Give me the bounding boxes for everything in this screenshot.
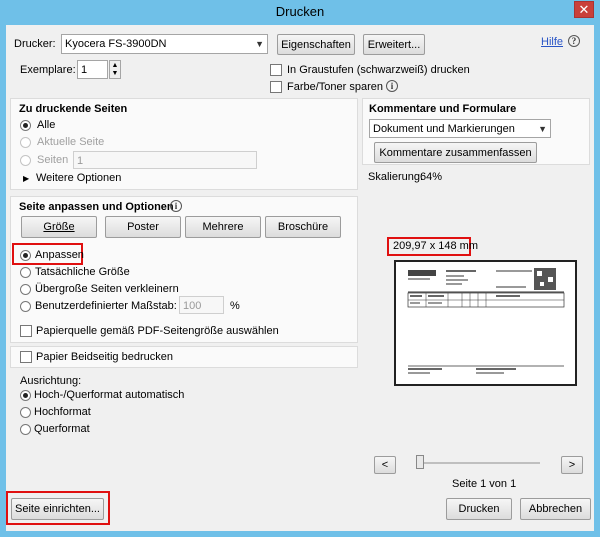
custom-scale-label: Benutzerdefinierter Maßstab:	[35, 300, 177, 312]
all-pages-label: Alle	[37, 119, 56, 131]
radio-landscape[interactable]	[20, 424, 31, 435]
page-thumbnail	[405, 267, 566, 379]
copies-input[interactable]: 1	[77, 60, 108, 79]
duplex-label: Papier Beidseitig bedrucken	[36, 351, 173, 363]
duplex-checkbox[interactable]	[20, 351, 32, 363]
radio-current-page[interactable]	[20, 137, 31, 148]
current-page-label: Aktuelle Seite	[37, 136, 105, 148]
scaling-value: 64%	[420, 171, 443, 183]
comments-panel: Kommentare und Formulare Dokument und Ma…	[362, 98, 590, 165]
page-slider-track[interactable]	[416, 462, 540, 464]
pages-range-input[interactable]: 1	[73, 151, 257, 169]
properties-button[interactable]: Eigenschaften	[277, 34, 355, 55]
chevron-down-icon: ▼	[255, 39, 264, 49]
comments-section-title: Kommentare und Formulare	[369, 103, 517, 115]
dialog-title: Drucken	[275, 4, 325, 19]
size-button[interactable]: Größe	[21, 216, 97, 238]
booklet-button[interactable]: Broschüre	[265, 216, 341, 238]
radio-custom-scale[interactable]	[20, 301, 31, 312]
cancel-button[interactable]: Abbrechen	[520, 498, 591, 520]
pages-range-label: Seiten	[37, 154, 69, 166]
advanced-button[interactable]: Erweitert...	[363, 34, 425, 55]
radio-fit[interactable]	[20, 250, 31, 261]
pages-panel: Zu druckende Seiten Alle Aktuelle Seite …	[10, 98, 358, 190]
poster-button[interactable]: Poster	[105, 216, 181, 238]
chevron-up-icon[interactable]: ▲	[110, 61, 120, 70]
radio-all-pages[interactable]	[20, 120, 31, 131]
chevron-down-icon: ▼	[538, 124, 547, 134]
title-bar[interactable]: Drucken ✕	[0, 0, 600, 25]
help-icon[interactable]: ?	[568, 35, 580, 47]
more-options-label[interactable]: Weitere Optionen	[36, 172, 121, 184]
grayscale-checkbox[interactable]	[270, 64, 282, 76]
info-icon[interactable]: i	[386, 80, 398, 92]
print-button[interactable]: Drucken	[446, 498, 512, 520]
shrink-oversized-label: Übergroße Seiten verkleinern	[35, 283, 179, 295]
toner-save-checkbox[interactable]	[270, 81, 282, 93]
radio-pages-range[interactable]	[20, 155, 31, 166]
page-slider-thumb[interactable]	[416, 455, 424, 469]
radio-shrink-oversized[interactable]	[20, 284, 31, 295]
chevron-down-icon[interactable]: ▼	[110, 70, 120, 78]
summarize-comments-button[interactable]: Kommentare zusammenfassen	[374, 142, 537, 163]
portrait-label: Hochformat	[34, 406, 91, 418]
multiple-button[interactable]: Mehrere	[185, 216, 261, 238]
help-link[interactable]: Hilfe	[541, 36, 563, 48]
dialog-body: Drucker: Kyocera FS-3900DN ▼ Eigenschaft…	[6, 25, 594, 531]
next-page-button[interactable]: >	[561, 456, 583, 474]
sizing-section-title: Seite anpassen und Optionen	[19, 201, 174, 213]
comments-select-value: Dokument und Markierungen	[373, 123, 515, 135]
info-icon[interactable]: i	[170, 200, 182, 212]
scaling-label: Skalierung:	[368, 171, 424, 183]
fit-label: Anpassen	[35, 249, 84, 261]
toner-save-label: Farbe/Toner sparen	[287, 81, 383, 93]
comments-select[interactable]: Dokument und Markierungen ▼	[369, 119, 551, 138]
page-preview	[394, 260, 577, 386]
expand-triangle-icon[interactable]: ▶	[23, 174, 29, 183]
page-info: Seite 1 von 1	[452, 478, 517, 490]
printer-select-value: Kyocera FS-3900DN	[65, 38, 167, 50]
preview-area: Skalierung: 64% 209,97 x 148 mm < > Seit…	[362, 168, 590, 492]
landscape-label: Querformat	[34, 423, 90, 435]
sizing-panel: Seite anpassen und Optionen i Größe Post…	[10, 196, 358, 343]
duplex-panel: Papier Beidseitig bedrucken	[10, 346, 358, 368]
close-button[interactable]: ✕	[574, 1, 594, 18]
page-setup-button[interactable]: Seite einrichten...	[11, 498, 104, 520]
grayscale-label: In Graustufen (schwarzweiß) drucken	[287, 64, 470, 76]
print-dialog: Drucken ✕ Drucker: Kyocera FS-3900DN ▼ E…	[0, 0, 600, 537]
copies-label: Exemplare:	[20, 64, 76, 76]
pdf-paper-source-checkbox[interactable]	[20, 325, 32, 337]
prev-page-button[interactable]: <	[374, 456, 396, 474]
pages-section-title: Zu druckende Seiten	[19, 103, 128, 115]
scale-unit: %	[230, 300, 240, 312]
actual-size-label: Tatsächliche Größe	[35, 266, 130, 278]
orientation-title: Ausrichtung:	[20, 375, 82, 387]
radio-auto-orientation[interactable]	[20, 390, 31, 401]
copies-stepper[interactable]: ▲ ▼	[109, 60, 121, 79]
radio-portrait[interactable]	[20, 407, 31, 418]
printer-label: Drucker:	[14, 38, 56, 50]
radio-actual-size[interactable]	[20, 267, 31, 278]
auto-orientation-label: Hoch-/Querformat automatisch	[34, 389, 185, 401]
printer-select[interactable]: Kyocera FS-3900DN ▼	[61, 34, 268, 54]
pdf-paper-source-label: Papierquelle gemäß PDF-Seitengröße auswä…	[36, 325, 279, 337]
custom-scale-input[interactable]: 100	[179, 296, 224, 314]
page-dimensions: 209,97 x 148 mm	[393, 240, 478, 252]
